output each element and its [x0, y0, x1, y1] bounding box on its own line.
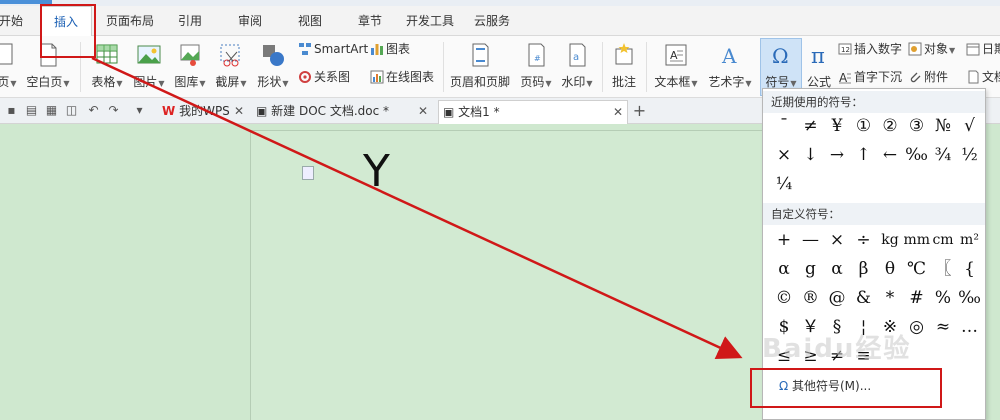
annotation-arrow	[91, 56, 743, 359]
